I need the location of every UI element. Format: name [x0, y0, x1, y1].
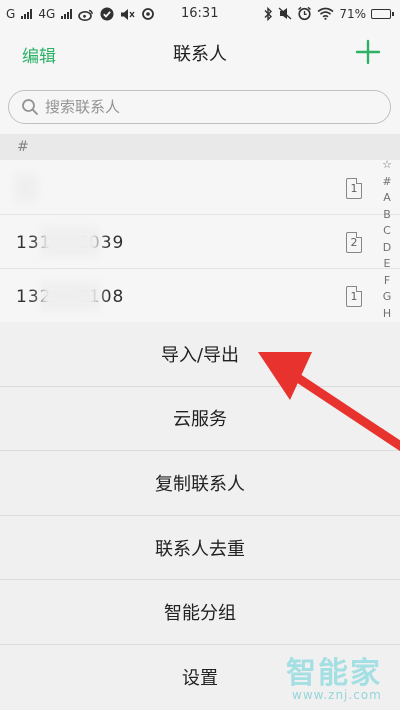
- menu-item-cloud-service[interactable]: 云服务: [0, 387, 400, 452]
- menu-item-smart-groups[interactable]: 智能分组: [0, 580, 400, 645]
- watermark-url: www.znj.com: [292, 688, 382, 702]
- menu-item-import-export[interactable]: 导入/导出: [0, 322, 400, 387]
- watermark-name: 智能家: [286, 656, 382, 691]
- dim-overlay[interactable]: [0, 0, 400, 322]
- menu-item-copy-contacts[interactable]: 复制联系人: [0, 451, 400, 516]
- menu-item-merge-duplicates[interactable]: 联系人去重: [0, 516, 400, 581]
- watermark-logo: 智能家 www.znj.com: [286, 648, 396, 706]
